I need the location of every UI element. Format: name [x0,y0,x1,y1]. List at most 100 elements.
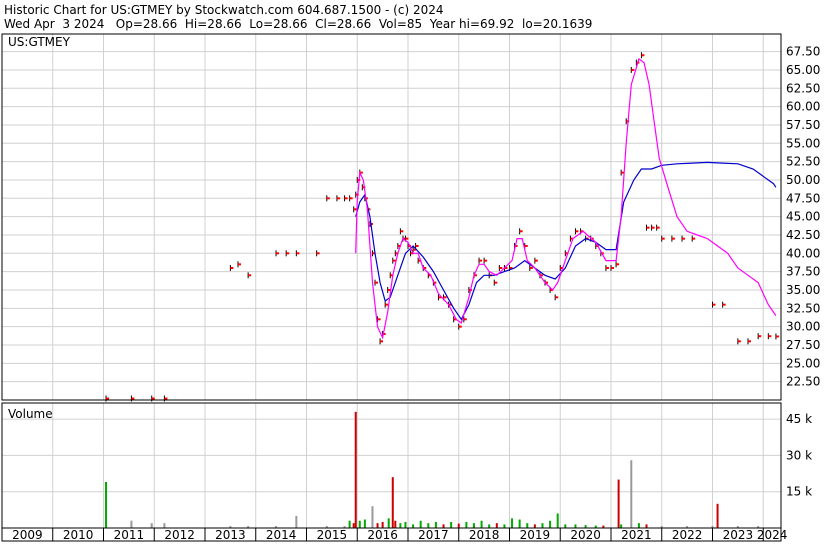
volume-bar [404,521,407,528]
close-mark [494,281,498,284]
x-tick-label: 2018 [469,528,500,542]
stock-chart: 67.50 65.00 62.50 60.00 57.50 55.00 52.50 50.00… [0,0,830,543]
close-mark [286,252,290,255]
volume-bar [617,479,620,528]
close-mark [610,266,614,269]
y-tick-label: 32.50 [786,301,820,315]
close-mark [671,237,675,240]
close-mark [392,259,396,262]
close-mark [106,397,110,400]
y-tick-label: 65.00 [786,63,820,77]
close-mark [692,237,696,240]
volume-bar [354,411,357,528]
y-tick-label: 52.50 [786,155,820,169]
close-mark [534,259,538,262]
volume-bar [371,506,374,528]
y-tick-label: 62.50 [786,81,820,95]
y-tick-label: 45.00 [786,210,820,224]
close-mark [555,296,559,299]
volume-bar [480,520,483,528]
close-mark [353,208,357,211]
close-mark [164,397,168,400]
y-tick-label: 37.50 [786,265,820,279]
close-mark [646,226,650,229]
volume-bar [549,520,552,528]
close-mark [656,226,660,229]
close-mark [230,266,234,269]
close-mark [296,252,300,255]
close-mark [682,237,686,240]
y-tick-label: 22.50 [786,375,820,389]
close-mark [344,197,348,200]
volume-tick-label: 15 k [786,485,812,499]
y-tick-label: 27.50 [786,338,820,352]
close-mark [276,252,280,255]
close-mark [316,252,320,255]
x-tick-label: 2013 [215,528,246,542]
close-mark [458,325,462,328]
close-mark [605,266,609,269]
volume-bar [391,477,394,528]
close-mark [748,340,752,343]
close-mark [631,68,635,71]
close-mark [380,340,384,343]
volume-bar [105,482,108,528]
x-tick-label: 2010 [63,528,94,542]
volume-bar [363,519,366,528]
x-tick-label: 2023 [723,528,754,542]
volume-bar [556,513,559,528]
close-mark [415,244,419,247]
volume-bar [465,521,468,528]
volume-bar [352,523,355,528]
close-mark [737,340,741,343]
volume-bar [348,520,351,528]
close-mark [641,54,645,57]
close-mark [336,197,340,200]
y-tick-label: 50.00 [786,173,820,187]
x-tick-label: 2017 [418,528,449,542]
header-line-1: Historic Chart for US:GTMEY by Stockwatc… [4,3,444,17]
y-tick-label: 25.00 [786,356,820,370]
close-mark [326,197,330,200]
y-tick-label: 40.00 [786,246,820,260]
x-tick-label: 2024 [757,528,788,542]
volume-bar [457,523,460,528]
x-tick-label: 2011 [114,528,145,542]
volume-bar [295,515,298,528]
y-tick-label: 42.50 [786,228,820,242]
close-mark [479,259,483,262]
close-mark [616,263,620,266]
close-mark [237,263,241,266]
close-mark [722,303,726,306]
y-tick-label: 47.50 [786,191,820,205]
close-mark [661,237,665,240]
x-tick-label: 2012 [164,528,195,542]
volume-axis-labels: 45 k 30 k 15 k [786,412,812,499]
volume-bar [503,524,506,528]
close-mark [484,259,488,262]
y-tick-label: 55.00 [786,136,820,150]
close-mark [248,274,252,277]
symbol-label: US:GTMEY [8,35,71,49]
volume-bar [358,520,361,528]
x-tick-label: 2014 [266,528,297,542]
volume-tick-label: 45 k [786,412,812,426]
volume-bar [716,503,719,528]
close-mark [443,296,447,299]
close-mark [499,266,503,269]
close-mark [712,303,716,306]
volume-bar [511,518,514,528]
volume-bar [412,524,415,528]
y-tick-label: 30.00 [786,320,820,334]
close-mark [131,397,135,400]
volume-bar [630,460,633,528]
volume-title: Volume [8,407,53,421]
close-mark [524,244,528,247]
close-mark [758,335,762,338]
header-line-2: Wed Apr 3 2024 Op=28.66 Hi=28.66 Lo=28.6… [4,17,592,31]
volume-bar [387,518,390,528]
x-tick-label: 2016 [367,528,398,542]
close-mark [405,237,409,240]
volume-bar [399,523,402,528]
y-tick-label: 35.00 [786,283,820,297]
